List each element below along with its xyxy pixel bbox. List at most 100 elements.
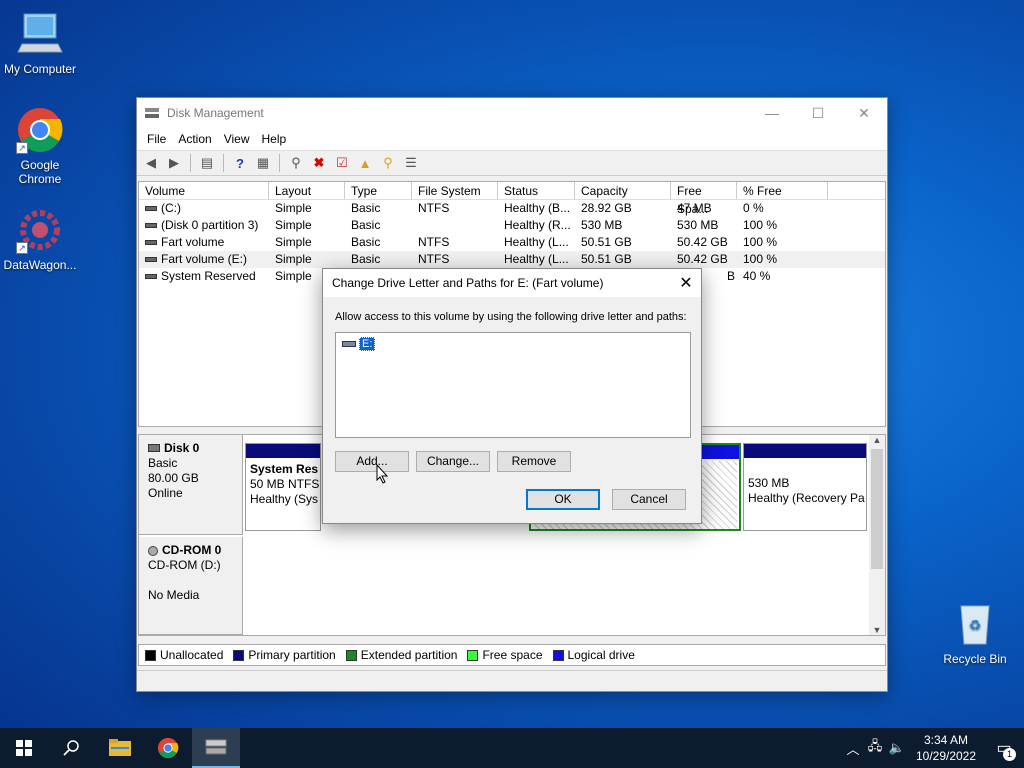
drive-path-list[interactable]: E: — [335, 332, 691, 438]
cell-percent-free: 100 % — [743, 235, 778, 249]
cell-layout: Simple — [275, 252, 312, 266]
volume-list-header: Volume Layout Type File System Status Ca… — [139, 182, 885, 216]
table-row[interactable]: Fart volume Simple Basic NTFS Healthy (L… — [139, 234, 885, 251]
legend-swatch — [552, 649, 564, 661]
legend-label: Free space — [482, 648, 543, 662]
column-header-layout[interactable]: Layout — [269, 182, 345, 199]
dialog-close-icon[interactable]: ✕ — [671, 273, 701, 293]
desktop-icon-label: DataWagon... — [3, 258, 77, 272]
start-button[interactable] — [0, 728, 48, 768]
legend-swatch — [345, 649, 357, 661]
network-icon[interactable]: 🖧 — [864, 737, 886, 759]
column-header-volume[interactable]: Volume — [139, 182, 269, 199]
add-button[interactable]: Add... — [335, 451, 409, 472]
datawagon-icon: ↗ — [16, 206, 64, 254]
menu-help[interactable]: Help — [256, 132, 293, 146]
notifications-icon[interactable]: ▭ 1 — [984, 738, 1024, 761]
partition-recovery[interactable]: 530 MB Healthy (Recovery Pa — [743, 443, 867, 531]
ok-button[interactable]: OK — [526, 489, 600, 510]
disk-management-app-icon — [145, 107, 159, 119]
cell-percent-free: 40 % — [743, 269, 771, 283]
cell-status: Healthy (B... — [504, 201, 571, 215]
scrollbar-thumb[interactable] — [871, 449, 883, 569]
chrome-icon: ↗ — [16, 106, 64, 154]
column-header-file-system[interactable]: File System — [412, 182, 498, 199]
forward-arrow-icon[interactable]: ▶ — [164, 153, 184, 173]
cell-type: Basic — [351, 218, 381, 232]
chevron-up-icon[interactable]: ︿ — [842, 739, 864, 758]
partition-system-reserved[interactable]: System Res 50 MB NTFS Healthy (Sys — [245, 443, 321, 531]
shortcut-arrow-icon: ↗ — [16, 142, 28, 154]
clock[interactable]: 3:34 AM 10/29/2022 — [908, 732, 984, 764]
cell-layout: Simple — [275, 218, 312, 232]
legend: Unallocated Primary partition Extended p… — [138, 644, 886, 666]
disk-status: No Media — [148, 588, 200, 602]
column-header-free-space[interactable]: Free Spa... — [671, 182, 737, 216]
disk-name: Disk 0 — [164, 441, 200, 455]
table-row[interactable]: (C:) Simple Basic NTFS Healthy (B... 28.… — [139, 200, 885, 217]
cd-rom-icon — [148, 545, 158, 556]
folder-up-icon[interactable]: ▲ — [355, 153, 375, 173]
disk-0-label[interactable]: Disk 0 Basic 80.00 GB Online — [139, 435, 243, 535]
notification-count: 1 — [1003, 748, 1016, 761]
desktop-icon-google-chrome[interactable]: ↗ Google Chrome — [0, 106, 80, 186]
delete-icon[interactable]: ✖ — [309, 153, 329, 173]
status-bar — [137, 670, 887, 691]
disk-status: Online — [148, 486, 183, 500]
scroll-up-icon[interactable]: ▲ — [869, 435, 885, 445]
scroll-down-icon[interactable]: ▼ — [869, 625, 885, 635]
list-item[interactable]: E: — [342, 337, 376, 351]
desktop-icon-label: My Computer — [3, 62, 77, 76]
desktop-icon-datawagon[interactable]: ↗ DataWagon... — [0, 206, 80, 272]
check-icon[interactable]: ☑ — [332, 153, 352, 173]
volume-icon[interactable]: 🔈 — [886, 740, 908, 756]
chrome-taskbar-icon[interactable] — [144, 728, 192, 768]
dialog-title: Change Drive Letter and Paths for E: (Fa… — [332, 276, 604, 290]
window-titlebar[interactable]: Disk Management — ☐ ✕ — [137, 98, 887, 128]
shortcut-arrow-icon: ↗ — [16, 242, 28, 254]
maximize-button[interactable]: ☐ — [795, 98, 841, 128]
cd-rom-0-label[interactable]: CD-ROM 0 CD-ROM (D:) No Media — [139, 537, 243, 635]
list-view-icon[interactable]: ☰ — [401, 153, 421, 173]
column-header-status[interactable]: Status — [498, 182, 575, 199]
computer-icon — [16, 10, 64, 58]
column-header-capacity[interactable]: Capacity — [575, 182, 671, 199]
column-header-type[interactable]: Type — [345, 182, 412, 199]
cell-file-system: NTFS — [418, 252, 450, 266]
properties-icon[interactable]: ▦ — [253, 153, 273, 173]
menu-action[interactable]: Action — [172, 132, 217, 146]
window-title: Disk Management — [167, 106, 264, 120]
legend-swatch — [467, 649, 479, 661]
disk-map-scrollbar[interactable]: ▲ ▼ — [869, 435, 885, 635]
column-header-percent-free[interactable]: % Free — [737, 182, 828, 199]
menu-file[interactable]: File — [141, 132, 172, 146]
desktop-icon-recycle-bin[interactable]: ♻ Recycle Bin — [935, 600, 1015, 666]
table-row-selected[interactable]: Fart volume (E:) Simple Basic NTFS Healt… — [139, 251, 885, 268]
menu-view[interactable]: View — [218, 132, 256, 146]
connect-icon[interactable]: ⚲ — [286, 153, 306, 173]
show-hide-tree-icon[interactable]: ▤ — [197, 153, 217, 173]
desktop-icon-my-computer[interactable]: My Computer — [0, 10, 80, 76]
disk-name: CD-ROM 0 — [162, 543, 222, 557]
cell-percent-free: 100 % — [743, 218, 778, 232]
cancel-button[interactable]: Cancel — [612, 489, 686, 510]
dialog-titlebar[interactable]: Change Drive Letter and Paths for E: (Fa… — [323, 269, 701, 297]
change-button[interactable]: Change... — [416, 451, 490, 472]
search-icon[interactable] — [48, 728, 96, 768]
drive-icon — [145, 274, 157, 280]
cell-status: Healthy (L... — [504, 252, 569, 266]
cell-volume: (C:) — [161, 201, 181, 215]
legend-label: Primary partition — [248, 648, 336, 662]
legend-label: Extended partition — [360, 648, 458, 662]
disk-management-taskbar-icon[interactable] — [192, 728, 240, 768]
remove-button[interactable]: Remove — [497, 451, 571, 472]
table-row[interactable]: (Disk 0 partition 3) Simple Basic Health… — [139, 217, 885, 234]
file-explorer-icon[interactable] — [96, 728, 144, 768]
cell-free-space: 47 MB — [677, 201, 712, 215]
close-button[interactable]: ✕ — [841, 98, 887, 128]
minimize-button[interactable]: — — [749, 98, 795, 128]
change-drive-letter-dialog: Change Drive Letter and Paths for E: (Fa… — [322, 268, 702, 524]
back-arrow-icon[interactable]: ◀ — [141, 153, 161, 173]
help-icon[interactable]: ? — [230, 153, 250, 173]
search-icon[interactable]: ⚲ — [378, 153, 398, 173]
